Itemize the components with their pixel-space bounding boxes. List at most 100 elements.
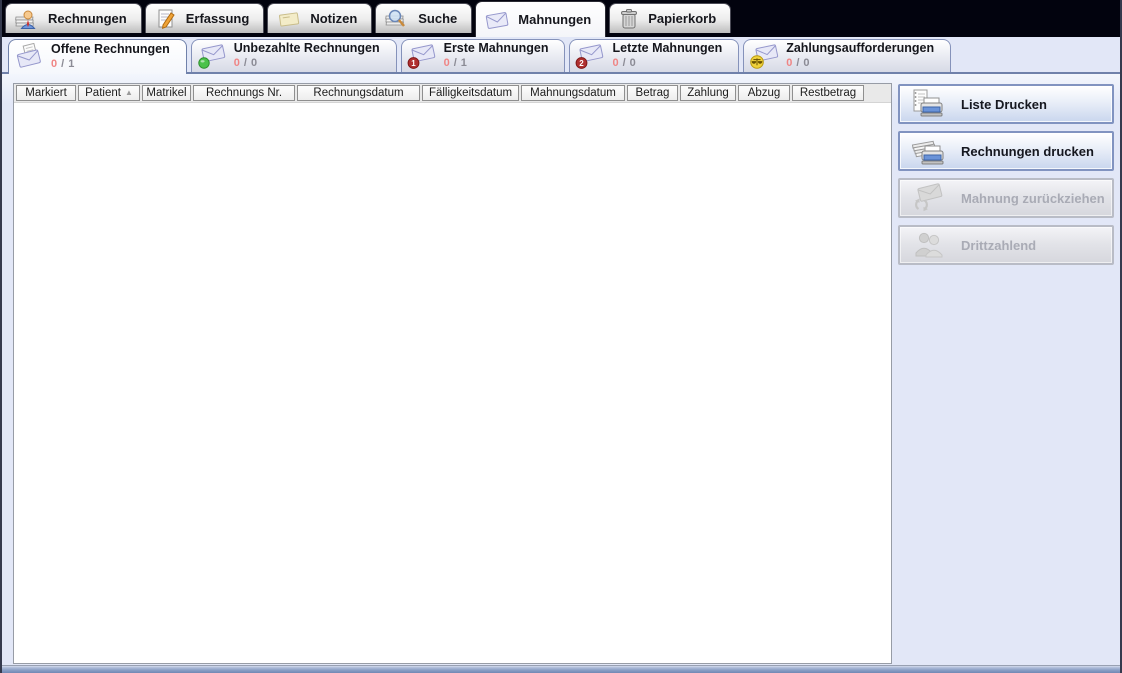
column-label: Rechnungsdatum [313,87,404,99]
column-label: Restbetrag [799,87,857,99]
subtab-text: Unbezahlte Rechnungen 0/0 [234,41,380,70]
sort-ascending-icon: ▲ [124,88,133,97]
marked-count: 0 [233,56,240,69]
total-count: 0 [629,56,636,69]
envelope-letter-icon [14,43,44,71]
column-header-markiert[interactable]: Markiert [16,85,76,101]
column-label: Mahnungsdatum [530,87,616,99]
count-separator: / [796,56,800,69]
svg-text:1: 1 [411,59,416,68]
liste-drucken-button[interactable]: Liste Drucken [898,84,1114,124]
subtab-letzte-mahnungen[interactable]: 2 Letzte Mahnungen 0/0 [569,39,740,72]
tab-rechnungen[interactable]: Rechnungen [5,3,142,33]
column-header-abzug[interactable]: Abzug [738,85,790,101]
sticky-note-icon [276,8,302,30]
column-header-mahnungsdatum[interactable]: Mahnungsdatum [521,85,625,101]
subtab-counts: 0/1 [444,57,549,71]
button-label: Rechnungen drucken [961,143,1094,159]
app-window: Rechnungen Erfassung Notizen Suche Mahnu… [0,0,1122,673]
tab-erfassung[interactable]: Erfassung [144,3,265,33]
tab-label: Mahnungen [518,12,592,27]
subtab-counts: 0/0 [234,57,380,71]
marked-count: 0 [786,56,793,69]
subtab-erste-mahnungen[interactable]: 1 Erste Mahnungen 0/1 [400,39,566,72]
subtab-counts: 0/0 [612,57,722,71]
marked-count: 0 [51,57,58,70]
envelope-badge-2-icon: 2 [575,42,605,70]
table-header-row: Markiert Patient ▲ Matrikel Rechnungs Nr.… [14,84,891,103]
search-papers-icon [384,7,410,31]
column-header-rechnungsdatum[interactable]: Rechnungsdatum [297,85,420,101]
tab-label: Rechnungen [48,11,127,26]
subtab-unbezahlte-rechnungen[interactable]: Unbezahlte Rechnungen 0/0 [190,39,397,72]
marked-count: 0 [612,56,619,69]
drittzahlend-button: Drittzahlend [898,225,1114,265]
column-header-matrikel[interactable]: Matrikel [142,85,191,101]
column-label: Markiert [25,87,67,99]
subtab-label: Offene Rechnungen [51,42,170,57]
total-count: 1 [68,57,75,70]
subtab-text: Zahlungsaufforderungen 0/0 [786,41,934,70]
rechnungen-drucken-button[interactable]: Rechnungen drucken [898,131,1114,171]
trash-icon [618,7,640,31]
svg-text:2: 2 [580,59,585,68]
count-separator: / [622,56,626,69]
envelope-undo-icon [909,182,949,214]
mahnung-zurueckziehen-button: Mahnung zurückziehen [898,178,1114,218]
main-tab-bar: Rechnungen Erfassung Notizen Suche Mahnu… [2,0,1120,37]
column-header-rechnungs-nr[interactable]: Rechnungs Nr. [193,85,295,101]
tab-label: Notizen [310,11,358,26]
envelope-badge-1-icon: 1 [407,42,437,70]
total-count: 0 [250,56,258,69]
column-header-filler [866,85,891,101]
subtab-label: Erste Mahnungen [443,41,549,56]
total-count: 0 [803,56,810,69]
subtab-text: Offene Rechnungen 0/1 [51,42,170,71]
column-label: Betrag [635,87,670,99]
action-panel: Liste Drucken Rechnungen drucken Mahnung… [892,83,1117,664]
count-separator: / [61,57,65,70]
marked-count: 0 [443,56,450,69]
column-label: Patient [85,87,121,99]
column-header-faelligkeitsdatum[interactable]: Fälligkeitsdatum [422,85,519,101]
document-pencil-icon [154,7,178,31]
subtab-counts: 0/0 [786,57,934,71]
tab-label: Papierkorb [648,11,717,26]
envelope-green-dot-icon [197,42,227,70]
button-label: Drittzahlend [961,237,1037,253]
column-header-betrag[interactable]: Betrag [627,85,678,101]
count-separator: / [243,56,247,69]
printer-stack-icon [909,135,949,167]
subtab-zahlungsaufforderungen[interactable]: Zahlungsaufforderungen 0/0 [743,39,952,72]
tab-label: Suche [418,11,458,26]
column-label: Abzug [747,87,781,99]
subtab-text: Letzte Mahnungen 0/0 [612,41,722,70]
window-bottom-edge [2,666,1120,673]
column-label: Matrikel [146,87,187,99]
subtab-label: Letzte Mahnungen [612,41,723,56]
subtab-label: Unbezahlte Rechnungen [233,41,380,56]
invoice-table: Markiert Patient ▲ Matrikel Rechnungs Nr.… [13,83,892,664]
subtab-label: Zahlungsaufforderungen [786,41,935,56]
tab-label: Erfassung [185,11,250,26]
button-label: Liste Drucken [961,96,1047,112]
subtab-text: Erste Mahnungen 0/1 [444,41,549,70]
table-body-empty [14,103,891,663]
tab-papierkorb[interactable]: Papierkorb [609,3,732,33]
column-label: Rechnungs Nr. [205,87,283,99]
column-label: Fälligkeitsdatum [428,87,513,99]
subtab-counts: 0/1 [51,58,170,72]
total-count: 1 [460,56,467,69]
mahnungen-pane: Markiert Patient ▲ Matrikel Rechnungs Nr.… [2,74,1120,666]
column-header-restbetrag[interactable]: Restbetrag [792,85,864,101]
column-header-zahlung[interactable]: Zahlung [680,85,736,101]
envelope-icon [484,9,510,31]
subtab-offene-rechnungen[interactable]: Offene Rechnungen 0/1 [8,39,187,74]
tab-suche[interactable]: Suche [375,3,473,33]
column-label: Zahlung [687,87,729,99]
tab-notizen[interactable]: Notizen [267,3,373,33]
papers-person-icon [14,7,40,31]
envelope-scales-icon [749,42,779,70]
tab-mahnungen[interactable]: Mahnungen [475,1,607,37]
column-header-patient[interactable]: Patient ▲ [78,85,140,101]
